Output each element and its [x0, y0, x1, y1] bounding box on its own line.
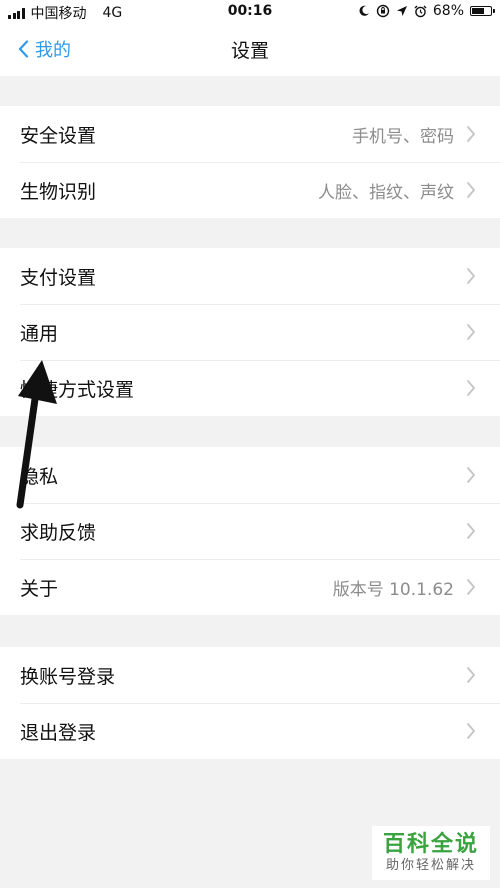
watermark-title: 百科全说 — [382, 832, 479, 857]
row-label: 换账号登录 — [20, 665, 116, 688]
row-label: 快捷方式设置 — [20, 378, 135, 401]
settings-group-support: 隐私 求助反馈 关于 版本号 10.1.62 — [0, 447, 500, 615]
alarm-icon — [414, 5, 427, 17]
row-label: 支付设置 — [20, 266, 97, 289]
settings-group-general: 支付设置 通用 快捷方式设置 — [0, 248, 500, 416]
row-label: 生物识别 — [20, 180, 97, 203]
row-switch-account[interactable]: 换账号登录 — [0, 647, 500, 703]
chevron-right-icon — [467, 268, 475, 284]
row-payment-settings[interactable]: 支付设置 — [0, 248, 500, 304]
battery-percent: 68% — [432, 3, 464, 19]
row-general[interactable]: 通用 — [0, 304, 500, 360]
row-label: 隐私 — [20, 465, 59, 488]
row-privacy[interactable]: 隐私 — [0, 447, 500, 503]
watermark-subtitle: 助你轻松解决 — [385, 858, 476, 873]
row-label: 退出登录 — [20, 721, 97, 744]
status-bar: 中国移动 4G 00:16 68% — [0, 0, 500, 24]
nav-bar: 我的 设置 — [0, 24, 500, 76]
row-logout[interactable]: 退出登录 — [0, 703, 500, 759]
page-title: 设置 — [230, 40, 269, 62]
battery-icon — [470, 6, 495, 16]
row-label: 求助反馈 — [20, 521, 97, 544]
row-biometrics[interactable]: 生物识别 人脸、指纹、声纹 — [0, 162, 500, 218]
rotation-lock-icon — [376, 4, 390, 18]
chevron-right-icon — [467, 523, 475, 539]
row-about[interactable]: 关于 版本号 10.1.62 — [0, 559, 500, 615]
row-label: 关于 — [20, 577, 59, 600]
watermark-logo: 百科全说 助你轻松解决 — [372, 826, 490, 880]
chevron-right-icon — [467, 182, 475, 198]
row-label: 安全设置 — [20, 124, 97, 147]
row-value: 版本号 10.1.62 — [332, 579, 454, 600]
chevron-right-icon — [467, 579, 475, 595]
chevron-right-icon — [467, 467, 475, 483]
chevron-right-icon — [467, 723, 475, 739]
row-help-feedback[interactable]: 求助反馈 — [0, 503, 500, 559]
row-label: 通用 — [20, 322, 59, 345]
chevron-right-icon — [467, 324, 475, 340]
moon-icon — [359, 5, 369, 16]
row-value: 人脸、指纹、声纹 — [318, 182, 454, 203]
settings-group-account: 安全设置 手机号、密码 生物识别 人脸、指纹、声纹 — [0, 106, 500, 218]
row-shortcut-settings[interactable]: 快捷方式设置 — [0, 360, 500, 416]
settings-group-login: 换账号登录 退出登录 — [0, 647, 500, 759]
row-value: 手机号、密码 — [352, 126, 454, 147]
chevron-right-icon — [467, 667, 475, 683]
chevron-right-icon — [467, 126, 475, 142]
location-icon — [396, 6, 407, 16]
row-security-settings[interactable]: 安全设置 手机号、密码 — [0, 106, 500, 162]
chevron-right-icon — [467, 380, 475, 396]
status-right: 68% — [358, 3, 495, 19]
